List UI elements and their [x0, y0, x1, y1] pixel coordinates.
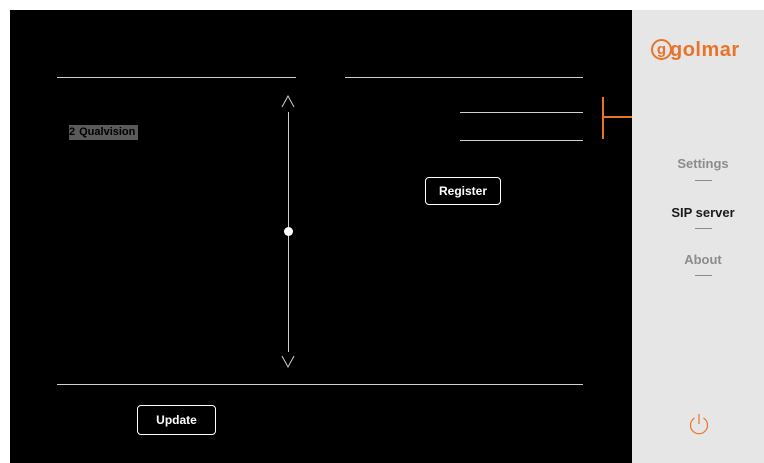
server-list-item[interactable]: 2 Qualvision — [69, 125, 139, 140]
power-icon[interactable] — [688, 413, 710, 435]
server-list-item[interactable]: 10 — [63, 353, 78, 368]
server-item-name: Golmar — [79, 154, 118, 166]
registered-on-label: Registered on — [364, 356, 438, 368]
scroll-down-icon[interactable] — [281, 355, 295, 369]
password-field-underline — [460, 140, 583, 141]
server-list-item[interactable]: 4 — [69, 182, 78, 197]
register-button[interactable]: Register — [425, 177, 501, 205]
server-item-number: 9 — [69, 326, 76, 338]
server-item-number: 5 — [69, 211, 76, 223]
server-item-number: 4 — [69, 183, 76, 195]
server-list-item[interactable]: 3 Golmar — [69, 153, 121, 168]
server-item-number: 7 — [69, 269, 76, 281]
server-list-item[interactable]: 6 — [69, 239, 78, 254]
server-item-number: 2 — [69, 126, 76, 138]
menu-sip-server[interactable]: SIP server — [632, 205, 764, 220]
server-item-number: 10 — [63, 354, 76, 366]
password-label: Password — [364, 125, 416, 137]
server-list-item[interactable]: 1 Office 1 — [69, 96, 122, 111]
server-list-item[interactable]: 9 — [69, 325, 78, 340]
scroll-up-icon[interactable] — [281, 94, 295, 108]
callout-bracket — [602, 97, 604, 139]
user-field-underline — [460, 112, 583, 113]
server-registration-divider — [345, 77, 583, 78]
user-label: User — [364, 97, 389, 109]
menu-settings-dash — [695, 180, 712, 181]
server-list-item[interactable]: 8 — [69, 296, 78, 311]
golmar-logo-icon: g — [651, 39, 672, 60]
server-item-number: 1 — [69, 97, 76, 109]
server-item-number: 6 — [69, 240, 76, 252]
bottom-divider — [57, 384, 583, 385]
sidebar — [632, 10, 764, 463]
registered-on-value: Office 1 — [460, 356, 498, 368]
menu-about[interactable]: About — [632, 252, 764, 267]
server-registration-title: SERVER REGISTRATION — [345, 55, 503, 70]
menu-about-dash — [695, 275, 712, 276]
server-list-item[interactable]: 5 — [69, 210, 78, 225]
server-list-divider — [57, 77, 296, 78]
user-field[interactable]: Admin — [460, 97, 491, 109]
menu-sip-server-dash — [695, 228, 712, 229]
server-item-number: 3 — [69, 154, 76, 166]
update-button[interactable]: Update — [137, 405, 216, 435]
server-list-title: SERVER LIST — [57, 55, 145, 70]
server-item-name: Qualvision — [79, 126, 136, 138]
menu-settings[interactable]: Settings — [632, 156, 764, 171]
golmar-logo: golmar — [670, 39, 740, 61]
scrollbar-thumb[interactable] — [284, 227, 293, 236]
server-item-number: 8 — [69, 297, 76, 309]
server-item-name: Office 1 — [79, 97, 120, 109]
server-list-item[interactable]: 7 — [69, 268, 78, 283]
